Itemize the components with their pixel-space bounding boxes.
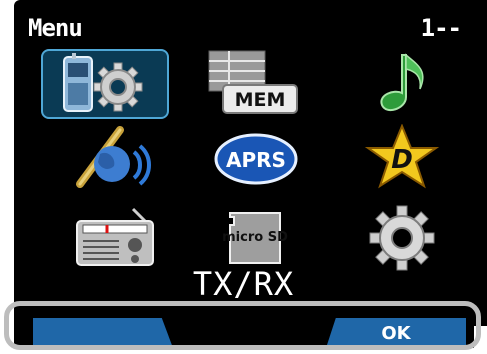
d-star-icon: D: [364, 124, 440, 189]
menu-item-microsd[interactable]: micro SD: [192, 203, 320, 273]
menu-item-radio[interactable]: [49, 203, 177, 273]
radio-menu-screen: Menu 1-- MEM APRS D micro SD TX/RX OK: [0, 0, 487, 354]
radio-icon: [76, 207, 154, 266]
selected-item-label: TX/RX: [192, 265, 295, 303]
menu-item-aprs[interactable]: APRS: [192, 124, 320, 194]
satellite-globe-icon: [76, 126, 151, 188]
softkey-highlight-frame: [4, 301, 481, 350]
menu-item-dstar[interactable]: D: [338, 124, 466, 194]
mem-badge-text: MEM: [235, 89, 286, 111]
aprs-badge-icon: APRS: [214, 133, 298, 185]
menu-item-configuration[interactable]: [41, 49, 169, 119]
menu-item-satellite[interactable]: [49, 124, 177, 194]
page-indicator: 1--: [420, 14, 462, 42]
dstar-badge-text: D: [391, 145, 413, 175]
music-note-icon: [380, 53, 424, 112]
gear-icon: [369, 205, 435, 271]
aprs-badge-text: APRS: [226, 148, 286, 172]
memory-table-icon: MEM: [208, 50, 298, 114]
transceiver-gear-icon: [63, 53, 143, 112]
microsd-card-icon: micro SD: [222, 212, 288, 264]
menu-item-memory[interactable]: MEM: [192, 49, 320, 119]
page-title: Menu: [28, 14, 83, 42]
menu-item-audio[interactable]: [338, 49, 466, 119]
microsd-badge-text: micro SD: [222, 230, 288, 245]
menu-item-settings[interactable]: [338, 203, 466, 273]
